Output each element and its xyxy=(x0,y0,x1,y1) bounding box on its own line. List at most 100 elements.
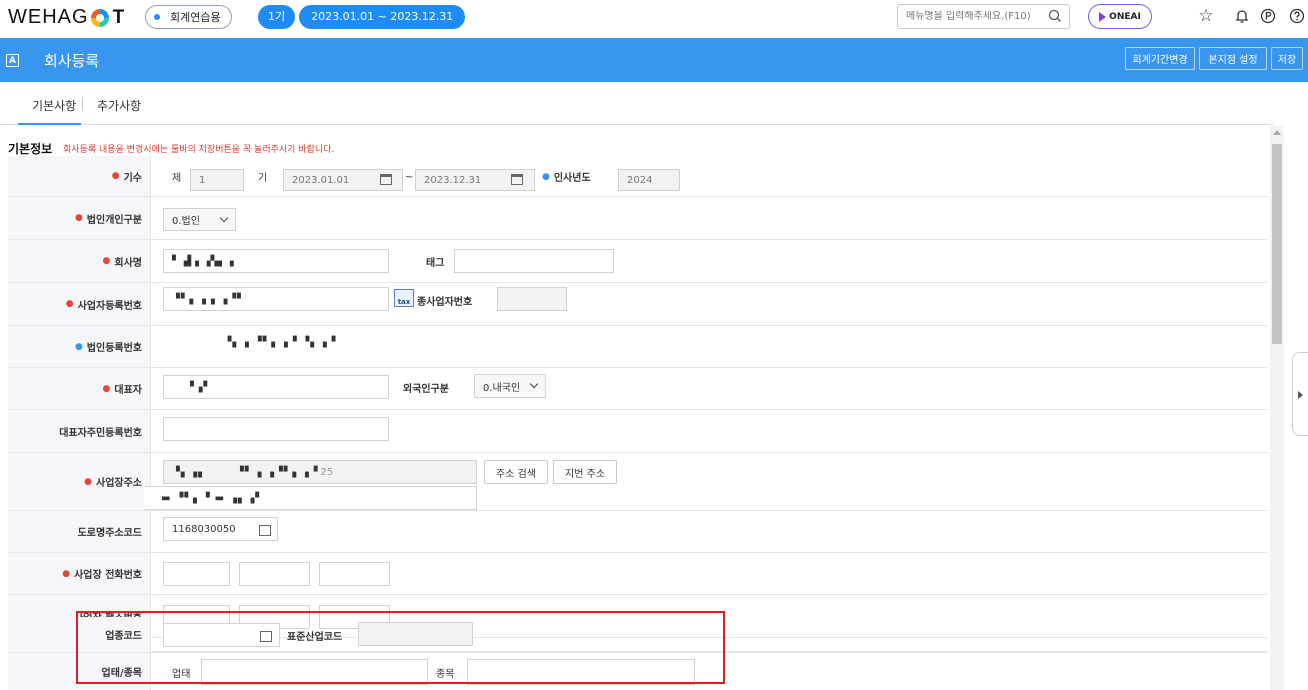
tab-bar: 기본사항 추가사항 xyxy=(0,83,1274,125)
label-period: ● 기수 xyxy=(8,156,151,196)
address-detail-field[interactable]: ▬ ▝▘▖ ▘▬ ▗▖▗▘ xyxy=(144,486,477,510)
hr-year-field[interactable]: 2024 xyxy=(618,169,680,191)
biz-reg-no-field[interactable]: ▝▘▖▗ ▖▗▝▘ xyxy=(163,287,389,311)
logo-text: WEHAG xyxy=(8,6,89,28)
scroll-up-icon[interactable] xyxy=(1273,130,1281,135)
scroll-thumb[interactable] xyxy=(1272,144,1282,344)
label-corp-reg-no: ● 법인등록번호 xyxy=(8,326,151,367)
logo-t: T xyxy=(112,6,126,28)
company-name: 회계연습용 xyxy=(170,11,221,24)
period-number[interactable]: 1기 xyxy=(258,5,296,29)
chevron-down-icon xyxy=(219,213,229,223)
ceo-name-field[interactable]: ▝▗▘ xyxy=(163,375,389,399)
chevron-right-icon xyxy=(1298,391,1303,399)
label-biz-reg-no: ● 사업자등록번호 xyxy=(8,283,151,325)
sub-biz-no-field[interactable] xyxy=(497,287,567,311)
phone-field-2[interactable] xyxy=(239,562,310,586)
company-name-field[interactable]: ▘▗▌▖▗▚▖▗ xyxy=(163,249,389,273)
sub-biz-label: 종사업자번호 xyxy=(417,297,473,308)
page-title: 회사등록 xyxy=(44,52,100,70)
branch-setting-button[interactable]: 본지점 설정 xyxy=(1199,47,1267,70)
required-mark: ● xyxy=(111,171,120,181)
section-title: 기본정보 xyxy=(8,142,53,156)
row-period: ● 기수 제 1 기 2023.01.01 ~ 2023.12.31 ● 인사년도 … xyxy=(8,156,1268,197)
oneai-button[interactable]: ONEAI xyxy=(1088,4,1152,29)
corp-reg-no-field[interactable]: ▝▖▗ ▝▘▖▗ ▘▝▖▗▝ xyxy=(163,330,389,354)
row-address: ● 사업장주소 ▝▖▗▖ ▝▘ ▖▗▝▘▖▗▝ 25 주소 검색 지번 주소 ▬ … xyxy=(8,453,1268,511)
chevron-down-icon xyxy=(529,379,539,389)
tax-icon[interactable]: tax xyxy=(394,289,414,307)
save-button[interactable]: 저장 xyxy=(1271,47,1303,70)
redacted-value: ▝▘▖▗ ▖▗▝▘ xyxy=(172,293,246,305)
address-search-button[interactable]: 주소 검색 xyxy=(484,460,548,484)
star-icon[interactable]: ☆ xyxy=(1196,6,1216,26)
redacted-value: ▘▗▌▖▗▚▖▗ xyxy=(172,255,234,267)
title-bar: A 회사등록 xyxy=(0,38,1308,82)
highlight-box xyxy=(76,611,725,684)
label-ceo: ● 대표자 xyxy=(8,368,151,409)
period-number-field[interactable]: 1 xyxy=(190,169,244,191)
address-field[interactable]: ▝▖▗▖ ▝▘ ▖▗▝▘▖▗▝ 25 xyxy=(163,460,477,484)
period-prefix: 제 xyxy=(172,173,182,184)
redacted-value: ▬ ▝▘▖ ▘▬ ▗▖▗▘ xyxy=(161,492,264,504)
period-range[interactable]: 2023.01.01 ~ 2023.12.31 xyxy=(299,5,466,29)
help-icon[interactable] xyxy=(1287,6,1307,26)
ceo-id-field[interactable] xyxy=(163,417,389,441)
p-circle-icon[interactable] xyxy=(1258,6,1278,26)
label-ceo-id: 대표자주민등록번호 xyxy=(8,410,151,452)
top-bar: WEHAG T 회계연습용 1기 2023.01.01 ~ 2023.12.31… xyxy=(0,0,1308,37)
label-phone: ● 사업장 전화번호 xyxy=(8,553,151,594)
label-company-name: ● 회사명 xyxy=(8,240,151,282)
menu-search[interactable] xyxy=(897,4,1070,29)
menu-search-input[interactable] xyxy=(906,11,1069,22)
row-corp-reg-no: ● 법인등록번호 ▝▖▗ ▝▘▖▗ ▘▝▖▗▝ xyxy=(8,326,1268,368)
row-biz-reg-no: ● 사업자등록번호 ▝▘▖▗ ▖▗▝▘ tax 종사업자번호 xyxy=(8,283,1268,326)
oneai-label: ONEAI xyxy=(1109,11,1141,22)
change-period-button[interactable]: 회계기간변경 xyxy=(1125,47,1195,70)
calendar-icon[interactable] xyxy=(511,174,523,185)
tab-divider xyxy=(82,97,83,111)
road-code-value: 1168030050 xyxy=(172,523,236,535)
row-ceo-id: 대표자주민등록번호 xyxy=(8,410,1268,453)
active-tab-indicator xyxy=(18,123,81,125)
redacted-value: ▝▖▗ ▝▘▖▗ ▘▝▖▗▝ xyxy=(223,336,337,348)
tag-label: 태그 xyxy=(426,258,445,269)
app-a-icon[interactable]: A xyxy=(6,54,19,67)
row-ceo: ● 대표자 ▝▗▘ 외국인구분 0.내국인 xyxy=(8,368,1268,410)
redacted-value: ▝▗▘ xyxy=(186,381,213,393)
label-corp-type: ● 법인개인구분 xyxy=(8,197,151,239)
code-lookup-icon[interactable] xyxy=(259,525,271,536)
tag-field[interactable] xyxy=(454,249,614,273)
address-tail: 25 xyxy=(320,466,334,478)
bell-icon[interactable] xyxy=(1232,6,1252,26)
corp-type-select[interactable]: 0.법인 xyxy=(163,208,236,231)
tab-basic[interactable]: 기본사항 xyxy=(32,97,76,114)
redacted-value: ▝▖▗▖ ▝▘ ▖▗▝▘▖▗▝ xyxy=(172,466,319,478)
label-road-code: 도로명주소코드 xyxy=(8,511,151,552)
wehago-logo[interactable]: WEHAG T xyxy=(8,6,125,29)
row-road-code: 도로명주소코드 1168030050 xyxy=(8,511,1268,553)
period-selector[interactable]: 1기 2023.01.01 ~ 2023.12.31 xyxy=(258,5,466,29)
label-address: ● 사업장주소 xyxy=(8,453,151,510)
tab-additional[interactable]: 추가사항 xyxy=(97,97,141,114)
save-notice: 회사등록 내용을 변경시에는 툴바의 저장버튼을 꼭 눌러주시기 바랍니다. xyxy=(63,145,335,155)
foreign-select[interactable]: 0.내국인 xyxy=(474,374,546,398)
period-tilde: ~ xyxy=(405,172,414,183)
side-panel-toggle[interactable] xyxy=(1292,352,1308,436)
company-selector[interactable]: 회계연습용 xyxy=(145,5,232,29)
phone-field-1[interactable] xyxy=(163,562,230,586)
phone-field-3[interactable] xyxy=(319,562,390,586)
period-suffix: 기 xyxy=(258,173,268,184)
foreign-label: 외국인구분 xyxy=(403,384,449,395)
row-corp-type: ● 법인개인구분 0.법인 xyxy=(8,197,1268,240)
calendar-icon[interactable] xyxy=(380,174,392,185)
row-company-name: ● 회사명 ▘▗▌▖▗▚▖▗ 태그 xyxy=(8,240,1268,283)
search-icon[interactable] xyxy=(1047,8,1063,24)
row-phone: ● 사업장 전화번호 xyxy=(8,553,1268,595)
vertical-scrollbar[interactable] xyxy=(1270,126,1284,690)
play-icon xyxy=(1099,11,1107,22)
hr-year-label: ● 인사년도 xyxy=(542,171,591,185)
jibun-address-button[interactable]: 지번 주소 xyxy=(553,460,617,484)
logo-o-icon xyxy=(90,8,109,27)
company-dot-icon xyxy=(154,14,160,20)
